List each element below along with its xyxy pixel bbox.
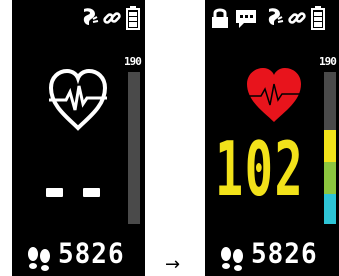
battery-icon <box>311 6 325 30</box>
heart-rate-icon <box>48 68 108 131</box>
hr-scale-max-label: 190 <box>124 55 142 68</box>
transition-arrow: → <box>165 254 181 275</box>
footsteps-icon <box>28 247 50 271</box>
footsteps-icon <box>221 247 243 271</box>
heart-rate-icon <box>245 68 303 122</box>
lock-icon <box>212 8 228 28</box>
phone-icon <box>83 8 99 25</box>
watch-screen-after: 190 102 5826 <box>205 0 339 276</box>
hr-value-dash <box>83 188 100 197</box>
hr-zone-cyan <box>324 194 336 224</box>
steps-row: 5826 <box>219 239 329 274</box>
hr-value-dash <box>46 188 63 197</box>
status-bar <box>80 6 144 30</box>
steps-row: 5826 <box>26 239 136 274</box>
hr-level-bar <box>324 72 336 224</box>
hr-zone-yellow <box>324 130 336 162</box>
link-icon <box>288 12 306 24</box>
message-icon <box>236 10 256 28</box>
watch-screen-before: 190 5826 <box>12 0 145 276</box>
battery-icon <box>126 6 140 30</box>
steps-count: 5826 <box>58 238 125 271</box>
phone-icon <box>268 8 284 25</box>
hr-scale-max-label: 190 <box>319 55 337 68</box>
status-bar <box>211 6 339 30</box>
hr-zone-green <box>324 162 336 194</box>
link-icon <box>103 12 121 24</box>
hr-level-bar <box>128 72 140 224</box>
steps-count: 5826 <box>251 238 318 271</box>
heart-rate-value: 102 <box>215 126 305 214</box>
